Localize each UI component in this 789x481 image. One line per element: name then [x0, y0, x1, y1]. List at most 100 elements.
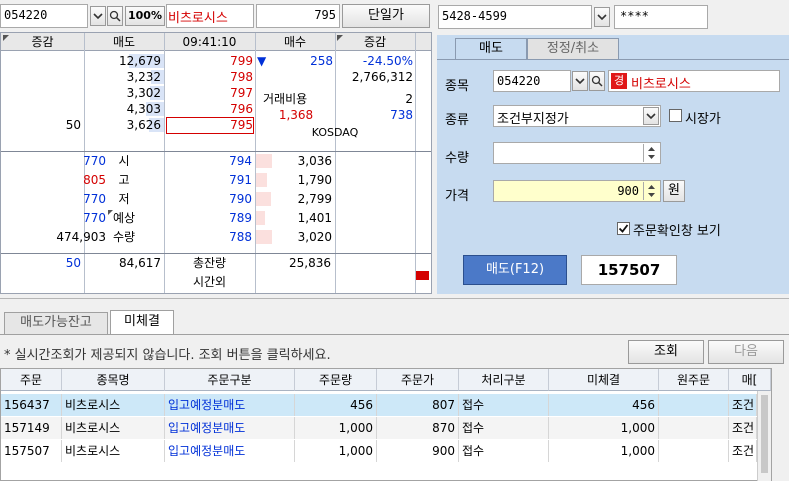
row-unfilled: 1,000: [549, 417, 659, 439]
row-original-order: [659, 394, 729, 416]
ask-row[interactable]: 3,232 798: [1, 69, 255, 85]
table-row[interactable]: 156437 비츠로시스 입고예정분매도 456 807 접수 456 조건: [1, 394, 757, 416]
ask-change: [1, 53, 81, 69]
ask-row[interactable]: 3,302 797: [1, 85, 255, 101]
ask-row[interactable]: 50 3,626 795: [1, 117, 255, 134]
tab-unfilled[interactable]: 미체결: [110, 310, 174, 334]
down-arrow-icon: ▼: [257, 54, 267, 68]
stat-expected-label: 예상: [113, 211, 136, 225]
ask-qty: 3,626: [126, 118, 161, 132]
row-unfilled: 456: [549, 394, 659, 416]
stock-dropdown-button[interactable]: [90, 6, 106, 26]
order-stock-search[interactable]: [589, 71, 605, 91]
col-original-order[interactable]: 원주문: [659, 369, 729, 391]
total-label: 총잔량: [192, 256, 227, 270]
warning-badge: 경: [611, 73, 627, 89]
row-status: 접수: [459, 417, 549, 439]
order-type-dropdown[interactable]: [643, 107, 659, 125]
table-row[interactable]: 157507 비츠로시스 입고예정분매도 1,000 900 접수 1,000 …: [1, 440, 757, 462]
col-unfilled[interactable]: 미체결: [549, 369, 659, 391]
qty-label: 수량: [445, 151, 469, 166]
col-order[interactable]: 주문: [1, 369, 62, 391]
confirm-checkbox[interactable]: [617, 222, 630, 235]
won-button[interactable]: 원: [663, 180, 685, 202]
row-original-order: [659, 417, 729, 439]
bid-row[interactable]: 790 2,799: [164, 191, 416, 207]
row-status: 접수: [459, 394, 549, 416]
row-order-qty: 1,000: [295, 440, 377, 462]
right-value: 738: [390, 108, 413, 122]
col-condition[interactable]: 매[: [729, 369, 771, 391]
bid-qty: 2,799: [297, 192, 332, 206]
col-stock-name[interactable]: 종목명: [62, 369, 165, 391]
order-number-text: 157507: [597, 261, 661, 279]
ask-change: [1, 101, 81, 117]
confirm-label: 주문확인창 보기: [633, 224, 721, 239]
total-ask-change: 50: [65, 256, 81, 270]
after-hours-label: 시간외: [192, 275, 227, 289]
vertical-scrollbar[interactable]: [757, 391, 771, 481]
ask-qty: 3,302: [126, 86, 161, 100]
price-stepper[interactable]: [643, 182, 659, 200]
ask-qty: 12,679: [119, 54, 161, 68]
stepper-arrows-icon: [648, 147, 655, 159]
unit-price-button[interactable]: 단일가: [342, 4, 430, 28]
fee-label: 거래비용: [263, 92, 308, 106]
bid-price: 791: [229, 173, 252, 187]
col-order-qty[interactable]: 주문량: [295, 369, 377, 391]
next-button[interactable]: 다음: [708, 340, 784, 364]
header-bid: 매수: [283, 35, 307, 49]
stat-low-value: 770: [83, 192, 106, 206]
stock-code-text: 054220: [4, 8, 48, 22]
col-status[interactable]: 처리구분: [459, 369, 549, 391]
price-label: 가격: [445, 189, 469, 204]
stat-high-label: 고: [118, 173, 130, 187]
scrollbar-thumb[interactable]: [761, 395, 768, 473]
col-order-type[interactable]: 주문구분: [165, 369, 295, 391]
bid-price: 794: [229, 154, 252, 168]
ask-price: 799: [230, 54, 253, 68]
row-stock-name: 비츠로시스: [62, 440, 165, 462]
order-qty-input[interactable]: [493, 142, 661, 164]
account-dropdown-button[interactable]: [594, 7, 610, 27]
row-unfilled: 1,000: [549, 440, 659, 462]
search-icon: [591, 75, 603, 87]
ask-change: [1, 69, 81, 85]
bid-row[interactable]: 788 3,020: [164, 229, 416, 245]
row-order: 157507: [1, 440, 62, 462]
bid-row[interactable]: 791 1,790: [164, 172, 416, 188]
row-stock-name: 비츠로시스: [62, 417, 165, 439]
bid-row[interactable]: 789 1,401: [164, 210, 416, 226]
query-button[interactable]: 조회: [628, 340, 704, 364]
orderbook-panel: 증감 매도 09:41:10 매수 증감 12,679 799 3,232 79…: [0, 32, 432, 294]
row-order-price: 900: [377, 440, 459, 462]
qty-stepper[interactable]: [643, 144, 659, 162]
order-stock-dropdown[interactable]: [572, 71, 588, 91]
col-order-price[interactable]: 주문가: [377, 369, 459, 391]
corner-mark-icon: [337, 35, 343, 41]
ask-row[interactable]: 4,303 796: [1, 101, 255, 117]
tab-sellable-balance[interactable]: 매도가능잔고: [4, 312, 108, 334]
ask-price: 795: [230, 118, 253, 132]
stock-label: 종목: [445, 79, 469, 94]
percent-button[interactable]: 100%: [125, 6, 165, 26]
stock-name-text: 비츠로시스: [168, 11, 228, 26]
bid-qty: 1,790: [297, 173, 332, 187]
chevron-down-icon: [646, 113, 656, 120]
sell-button[interactable]: 매도(F12): [463, 255, 567, 285]
tab-sell[interactable]: 매도: [455, 38, 527, 60]
row-order: 157149: [1, 417, 62, 439]
stat-volume-label: 수량: [113, 230, 136, 244]
fee-value: 2: [405, 92, 413, 106]
unfilled-orders-table: 주문 종목명 주문구분 주문량 주문가 처리구분 미체결 원주문 매[ 1564…: [0, 368, 772, 481]
table-row[interactable]: 157149 비츠로시스 입고예정분매도 1,000 870 접수 1,000 …: [1, 417, 757, 439]
stat-open-label: 시: [118, 154, 130, 168]
bid-row[interactable]: 794 3,036: [164, 153, 416, 169]
tab-modify-cancel[interactable]: 정정/취소: [527, 38, 619, 60]
market-price-checkbox[interactable]: [669, 109, 682, 122]
stepper-arrows-icon: [648, 185, 655, 197]
stock-search-button[interactable]: [107, 6, 123, 26]
ask-row[interactable]: 12,679 799: [1, 53, 255, 69]
ratio-bar: [416, 271, 429, 280]
row-order: 156437: [1, 394, 62, 416]
